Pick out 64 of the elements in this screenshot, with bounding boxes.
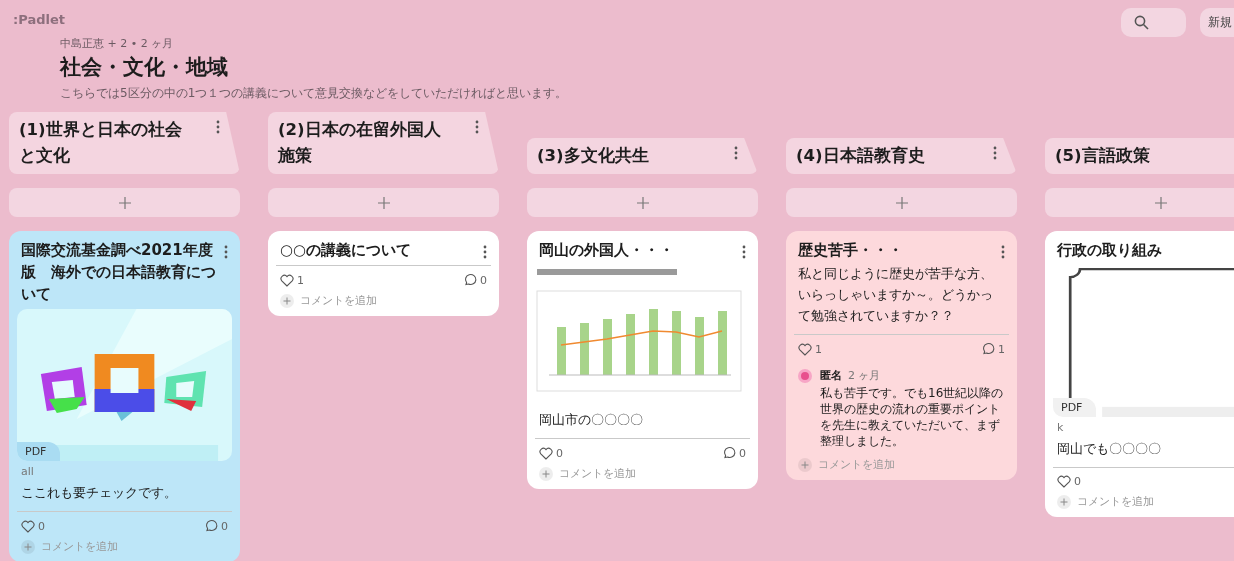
plus-icon (1153, 195, 1168, 210)
search-icon (1134, 15, 1149, 30)
column-title: (3)多文化共生 (537, 145, 649, 167)
comment-icon[interactable] (722, 446, 736, 460)
attachment-caption: k (1056, 420, 1065, 436)
like-button[interactable]: 0 (1057, 475, 1081, 488)
post-body: 岡山でも〇〇〇〇 (1056, 440, 1162, 458)
board-title: 社会・文化・地域 (60, 54, 228, 81)
plus-icon (894, 195, 909, 210)
plus-icon (635, 195, 650, 210)
avatar-icon (798, 369, 812, 383)
post-card[interactable]: 行政の取り組み PDF k 岡山でも〇〇〇〇 0 コメントを追加 (1045, 231, 1234, 517)
post-title: 国際交流基金調べ2021年度版 海外での日本語教育について (21, 240, 217, 305)
column-title: (5)言語政策 (1055, 145, 1150, 167)
column-title: (1)世界と日本の社会と文化 (19, 119, 183, 167)
comment-count[interactable]: 0 (722, 446, 746, 460)
more-icon[interactable] (475, 120, 479, 134)
like-button[interactable]: 1 (280, 273, 304, 287)
search-button[interactable] (1121, 8, 1186, 37)
like-button[interactable]: 1 (798, 342, 822, 356)
comment-author: 匿名 (820, 368, 842, 383)
more-icon[interactable] (993, 146, 997, 160)
heart-icon[interactable] (539, 446, 553, 460)
board-description: こちらでは5区分の中の1つ１つの講義について意見交換などをしていただければと思います。 (60, 85, 569, 102)
column-title: (4)日本語教育史 (796, 145, 925, 167)
heart-icon[interactable] (21, 519, 35, 533)
post-body: ここれも要チェックです。 (20, 484, 178, 502)
post-title: ○○の講義について (280, 240, 412, 261)
more-icon[interactable] (216, 120, 220, 134)
file-type-label: PDF (17, 442, 61, 461)
comment-icon[interactable] (463, 273, 477, 287)
heart-icon[interactable] (280, 273, 294, 287)
comment-time: 2 ヶ月 (848, 368, 881, 383)
new-button[interactable]: 新規 (1200, 8, 1234, 37)
comment-count[interactable]: 1 (981, 342, 1005, 356)
column-title: (2)日本の在留外国人施策 (278, 119, 442, 167)
more-icon[interactable] (734, 146, 738, 160)
comment-icon[interactable] (981, 342, 995, 356)
post-title: 歴史苦手・・・ (798, 240, 903, 261)
attachment-caption: all (20, 464, 35, 480)
plus-icon (376, 195, 391, 210)
more-icon[interactable] (224, 245, 228, 259)
heart-icon[interactable] (1057, 475, 1071, 488)
more-icon[interactable] (483, 245, 487, 259)
post-card[interactable]: ○○の講義について 1 0 コメントを追加 (268, 231, 499, 316)
more-icon[interactable] (742, 245, 746, 259)
comment-count[interactable]: 0 (204, 519, 228, 533)
post-title: 行政の取り組み (1057, 240, 1162, 261)
comment-count[interactable]: 0 (463, 273, 487, 287)
heart-icon[interactable] (798, 342, 812, 356)
post-body: 私と同じように歴史が苦手な方、いらっしゃいますか～。どうかって勉強されていますか？？ (797, 265, 994, 325)
board-meta: 中島正恵 + 2 • 2 ヶ月 (60, 36, 175, 51)
like-button[interactable]: 0 (21, 519, 45, 533)
post-card[interactable]: 歴史苦手・・・ 私と同じように歴史が苦手な方、いらっしゃいますか～。どうかって勉強されていますか？？ 1 1 匿名 2 ヶ月 私も苦手です。でも16世紀以降の世界の歴史の流れの重要ポイントを先生に教えていただいて、まず整理しました。 コメントを追加 (786, 231, 1017, 480)
comment-icon[interactable] (204, 519, 218, 533)
post-body: 岡山市の〇〇〇〇 (538, 411, 644, 429)
post-card[interactable]: 岡山の外国人・・・ 岡山市の〇〇〇〇 0 0 コメントを追加 (527, 231, 758, 489)
plus-icon (117, 195, 132, 210)
comment-text: 私も苦手です。でも16世紀以降の世界の歴史の流れの重要ポイントを先生に教えていただいて、まず整理しました。 (820, 385, 1005, 449)
more-icon[interactable] (1001, 245, 1005, 259)
like-button[interactable]: 0 (539, 446, 563, 460)
post-title: 岡山の外国人・・・ (539, 240, 674, 261)
post-card[interactable]: 国際交流基金調べ2021年度版 海外での日本語教育について PDF all ここれも要チェックです。 0 0 コメントを追加 (9, 231, 240, 561)
file-type-label: PDF (1053, 398, 1097, 417)
